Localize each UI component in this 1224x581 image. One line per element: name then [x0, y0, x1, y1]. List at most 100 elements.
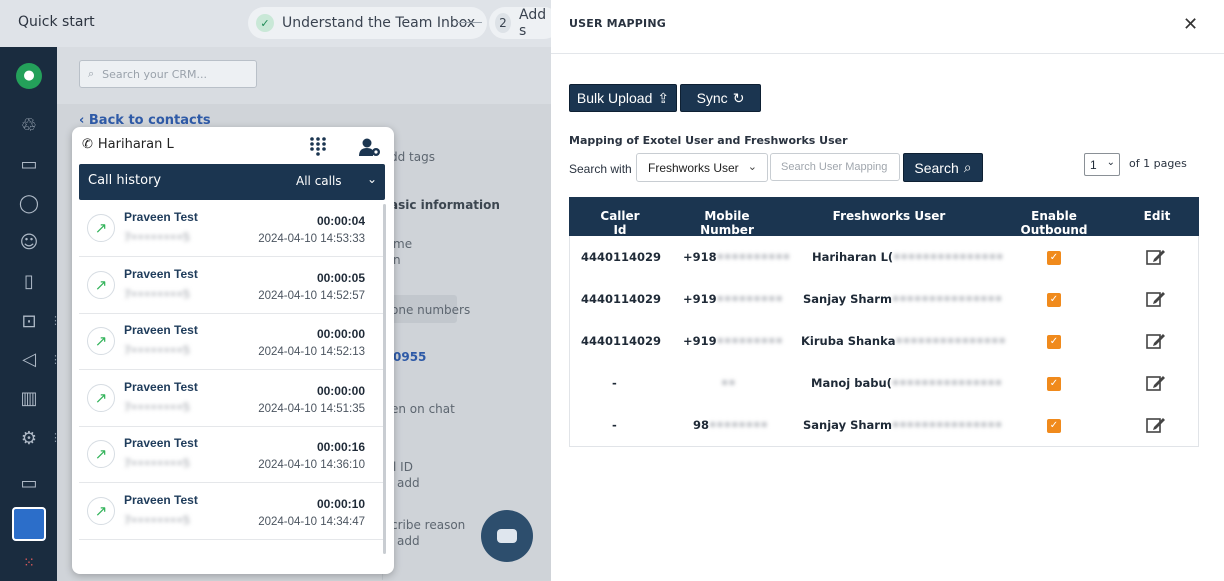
edit-icon[interactable]	[1146, 416, 1166, 434]
table-row: - 98•••••••• Sanjay Sharm•••••••••••••••…	[569, 404, 1199, 447]
enable-outbound-checkbox[interactable]: ✓	[1047, 293, 1061, 307]
sync-label: Sync	[696, 90, 728, 106]
search-icon: ⌕	[963, 159, 972, 175]
edit-icon[interactable]	[1146, 332, 1166, 350]
quickstart-step-1[interactable]: ✓ Understand the Team Inbox	[248, 7, 488, 39]
chat-icon	[497, 529, 517, 543]
crm-search-placeholder: Search your CRM...	[102, 67, 207, 81]
table-row: - •• Manoj babu(••••••••••••••• ✓	[569, 362, 1199, 405]
chat-launcher-button[interactable]	[481, 510, 533, 562]
search-with-select[interactable]: Freshworks User ⌄	[636, 153, 768, 182]
sync-button[interactable]: Sync ↻	[680, 84, 761, 112]
call-item[interactable]: ↗ Praveen Test 7••••••••5 00:00:05 2024-…	[79, 257, 385, 314]
call-number: 7••••••••5	[124, 344, 190, 357]
step-1-label: Understand the Team Inbox	[282, 15, 476, 31]
call-filter-select[interactable]: All calls	[296, 174, 342, 188]
conversations-icon[interactable]: ◯	[18, 193, 40, 215]
quickstart-step-2[interactable]: 2 Add s	[489, 7, 561, 39]
call-duration: 00:00:16	[316, 440, 365, 454]
freshworks-user-cell: Sanjay Sharm•••••••••••••••	[803, 292, 1003, 306]
call-contact-name: Praveen Test	[124, 210, 198, 224]
contacts-icon[interactable]: ♲	[18, 115, 40, 137]
search-with-value: Freshworks User	[648, 160, 739, 175]
chevron-down-icon: ⌄	[747, 161, 757, 173]
call-item[interactable]: ↗ Praveen Test 7••••••••5 00:00:16 2024-…	[79, 426, 385, 483]
search-icon: ⌕	[88, 67, 95, 80]
keypad-icon[interactable]	[309, 136, 327, 156]
caller-id-cell: -	[612, 418, 617, 432]
column-edit: Edit	[1143, 209, 1171, 223]
tickets-icon[interactable]: ▭	[18, 473, 40, 495]
bulk-upload-label: Bulk Upload	[576, 90, 653, 106]
knowledge-icon[interactable]: ▯	[18, 271, 40, 293]
add-tags-text[interactable]: dd tags	[390, 150, 435, 164]
freshworks-user-cell: Kiruba Shanka•••••••••••••••	[801, 334, 1006, 348]
enable-outbound-checkbox[interactable]: ✓	[1047, 335, 1061, 349]
enable-outbound-checkbox[interactable]: ✓	[1047, 377, 1061, 391]
call-duration: 00:00:10	[316, 497, 365, 511]
call-timestamp: 2024-04-10 14:52:57	[258, 290, 365, 302]
call-number: 7••••••••5	[124, 288, 190, 301]
column-enable-outbound: Enable Outbound	[1020, 209, 1088, 237]
table-row: 4440114029 +918•••••••••• Hariharan L(••…	[569, 236, 1199, 279]
bulk-upload-button[interactable]: Bulk Upload ⇪	[569, 84, 677, 112]
bot-icon[interactable]: ⊡	[18, 311, 40, 333]
enable-outbound-checkbox[interactable]: ✓	[1047, 419, 1061, 433]
mobile-number-cell: +918••••••••••	[683, 250, 791, 264]
add-reason-link[interactable]: add	[397, 534, 420, 548]
phone-number-link[interactable]: 0955	[393, 350, 426, 364]
call-item[interactable]: ↗ Praveen Test 7••••••••5 00:00:00 2024-…	[79, 370, 385, 427]
crm-search-input[interactable]: ⌕ Search your CRM...	[79, 60, 257, 88]
add-email-link[interactable]: add	[397, 476, 420, 490]
search-button[interactable]: Search ⌕	[903, 153, 983, 182]
page-select[interactable]: 1 ⌄	[1084, 153, 1120, 176]
accounts-icon[interactable]: ☺	[18, 232, 40, 254]
outgoing-call-icon: ↗	[87, 327, 115, 355]
call-number: 7••••••••5	[124, 457, 190, 470]
edit-icon[interactable]	[1146, 290, 1166, 308]
close-icon[interactable]: ✕	[1183, 14, 1198, 35]
freshworks-user-cell: Sanjay Sharm•••••••••••••••	[803, 418, 1003, 432]
call-number: 7••••••••5	[124, 401, 190, 414]
call-contact-name: Praveen Test	[124, 436, 198, 450]
mobile-number-cell: ••	[721, 376, 736, 390]
quickstart-title: Quick start	[18, 14, 95, 30]
edit-icon[interactable]	[1146, 248, 1166, 266]
basic-info-heading: asic information	[390, 198, 500, 212]
deals-icon[interactable]: ▭	[18, 154, 40, 176]
user-settings-icon[interactable]	[359, 137, 381, 157]
open-on-chat-text: en on chat	[391, 402, 455, 416]
caller-id-cell: -	[612, 376, 617, 390]
back-to-contacts-link[interactable]: ‹ Back to contacts	[79, 113, 211, 128]
reports-icon[interactable]: ▥	[18, 388, 40, 410]
call-list-scrollbar[interactable]	[383, 204, 386, 554]
call-number: 7••••••••5	[124, 231, 190, 244]
edit-icon[interactable]	[1146, 374, 1166, 392]
exotel-app-icon[interactable]	[12, 507, 46, 541]
call-item[interactable]: ↗ Praveen Test 7••••••••5 00:00:00 2024-…	[79, 313, 385, 370]
search-user-mapping-input[interactable]: Search User Mapping	[770, 153, 900, 181]
call-item[interactable]: ↗ Praveen Test 7••••••••5 00:00:04 2024-…	[79, 200, 385, 257]
table-row: 4440114029 +919••••••••• Sanjay Sharm•••…	[569, 278, 1199, 321]
quickstart-bar: Quick start ✓ Understand the Team Inbox …	[0, 0, 561, 47]
chevron-down-icon[interactable]: ⌄	[367, 172, 377, 186]
brand-logo-icon[interactable]: ●	[16, 63, 42, 89]
call-contact-name: Praveen Test	[124, 493, 198, 507]
call-contact-name: Praveen Test	[124, 323, 198, 337]
call-item[interactable]: ↗ Praveen Test 7••••••••5 00:00:10 2024-…	[79, 483, 385, 540]
campaigns-icon[interactable]: ◁	[18, 349, 40, 371]
outgoing-call-icon: ↗	[87, 271, 115, 299]
outgoing-call-icon: ↗	[87, 497, 115, 525]
table-border-right	[1198, 236, 1199, 446]
call-history-list: ↗ Praveen Test 7••••••••5 00:00:04 2024-…	[79, 200, 385, 574]
apps-grid-icon[interactable]: ⁙	[18, 552, 40, 574]
step-separator	[456, 22, 482, 23]
page-count: of 1 pages	[1129, 157, 1187, 170]
enable-outbound-checkbox[interactable]: ✓	[1047, 251, 1061, 265]
name-label: me	[393, 237, 413, 251]
refresh-icon: ↻	[732, 89, 745, 106]
call-timestamp: 2024-04-10 14:34:47	[258, 516, 365, 528]
settings-gear-icon[interactable]: ⚙	[18, 428, 40, 450]
column-caller-id: Caller Id	[600, 209, 640, 237]
page-value: 1	[1090, 157, 1097, 172]
